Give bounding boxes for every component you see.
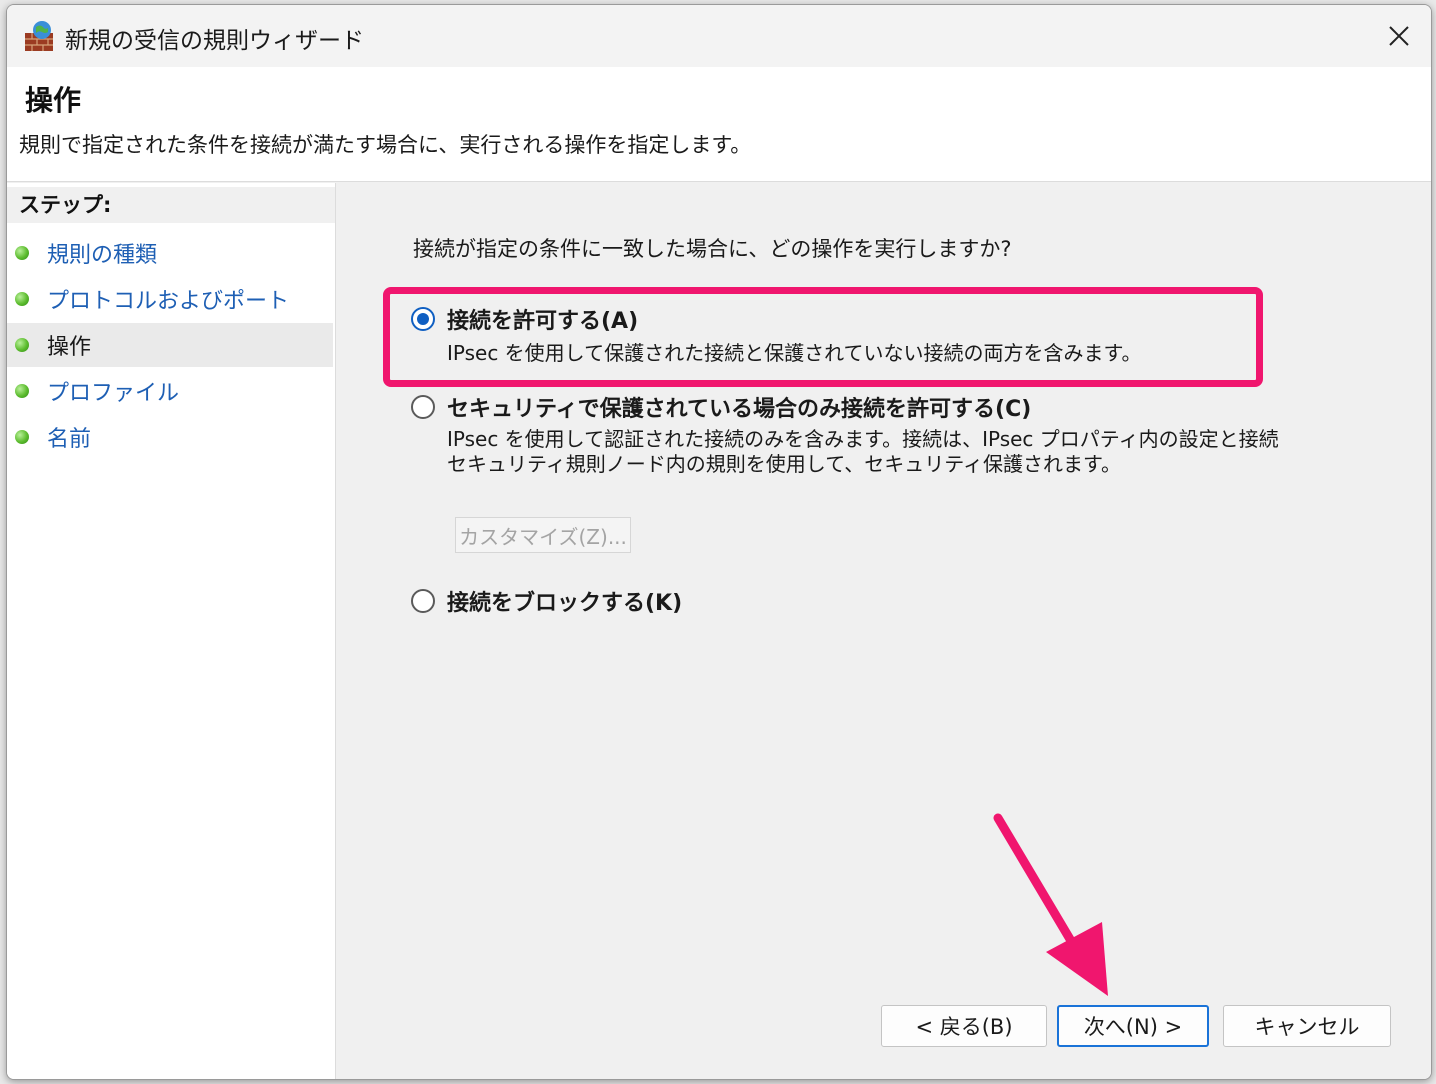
close-icon (1389, 26, 1409, 46)
option-block-label[interactable]: 接続をブロックする(K) (447, 585, 682, 617)
radio-block-connection[interactable] (411, 589, 435, 613)
action-question: 接続が指定の条件に一致した場合に、どの操作を実行しますか? (413, 237, 1012, 261)
close-button[interactable] (1367, 5, 1431, 67)
green-bullet-icon (15, 338, 29, 352)
page-title: 操作 (25, 84, 82, 117)
page-header: 操作 規則で指定された条件を接続が満たす場合に、実行される操作を指定します。 (7, 67, 1431, 182)
next-button[interactable]: 次へ(N) > (1057, 1005, 1209, 1047)
sidebar-item-action[interactable]: 操作 (7, 323, 333, 367)
option-secure-description-line1: IPsec を使用して認証された接続のみを含みます。接続は、IPsec プロパテ… (447, 427, 1279, 451)
option-secure-description-line2: セキュリティ規則ノード内の規則を使用して、セキュリティ保護されます。 (447, 452, 1121, 476)
sidebar-item-name[interactable]: 名前 (7, 415, 333, 459)
main-content: 接続が指定の条件に一致した場合に、どの操作を実行しますか? 接続を許可する(A)… (341, 183, 1431, 1079)
green-bullet-icon (15, 430, 29, 444)
customize-button[interactable]: カスタマイズ(Z)... (455, 517, 631, 553)
wizard-window: 新規の受信の規則ウィザード 操作 規則で指定された条件を接続が満たす場合に、実行… (6, 4, 1432, 1080)
cancel-button[interactable]: キャンセル (1223, 1005, 1391, 1047)
sidebar-item-label: プロファイル (47, 381, 180, 406)
steps-sidebar: ステップ: 規則の種類 プロトコルおよびポート 操作 プロファイル 名前 (7, 183, 336, 1079)
sidebar-item-label: 操作 (47, 335, 92, 360)
window-title: 新規の受信の規則ウィザード (65, 28, 364, 54)
sidebar-item-label: プロトコルおよびポート (47, 289, 290, 314)
steps-heading: ステップ: (7, 187, 335, 223)
option-secure-label[interactable]: セキュリティで保護されている場合のみ接続を許可する(C) (447, 391, 1031, 423)
title-bar: 新規の受信の規則ウィザード (7, 5, 1431, 67)
sidebar-item-label: 名前 (47, 427, 92, 452)
green-bullet-icon (15, 292, 29, 306)
sidebar-item-rule-type[interactable]: 規則の種類 (7, 231, 333, 275)
sidebar-item-profile[interactable]: プロファイル (7, 369, 333, 413)
page-description: 規則で指定された条件を接続が満たす場合に、実行される操作を指定します。 (19, 133, 752, 157)
firewall-app-icon (25, 21, 53, 51)
green-bullet-icon (15, 384, 29, 398)
sidebar-item-label: 規則の種類 (47, 243, 158, 268)
back-button[interactable]: < 戻る(B) (881, 1005, 1047, 1047)
highlight-box (383, 287, 1263, 387)
sidebar-item-protocol-port[interactable]: プロトコルおよびポート (7, 277, 333, 321)
radio-allow-secure[interactable] (411, 395, 435, 419)
green-bullet-icon (15, 246, 29, 260)
